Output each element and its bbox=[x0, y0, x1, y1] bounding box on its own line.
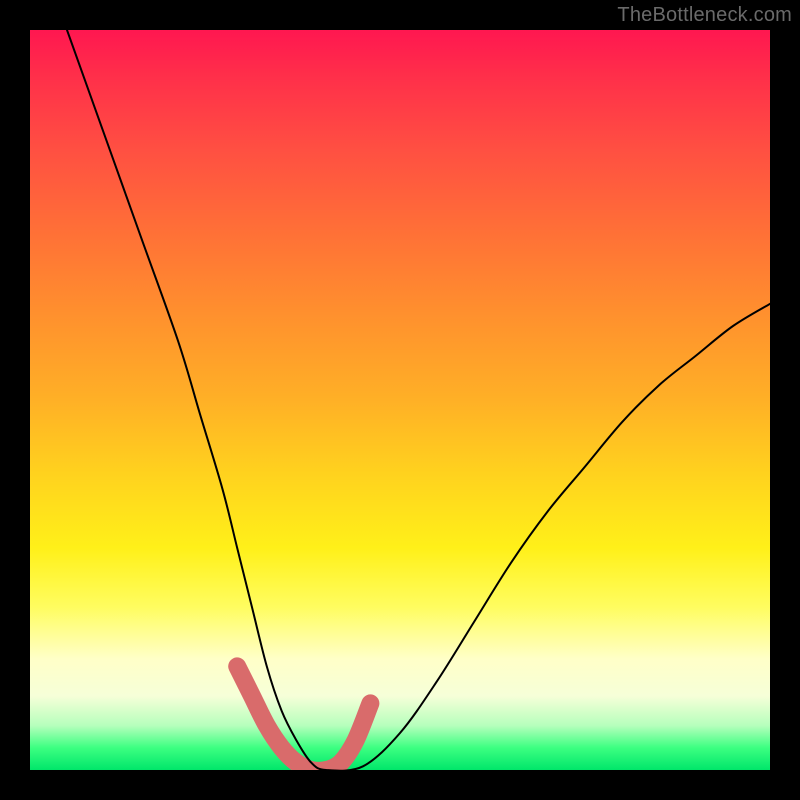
main-curve bbox=[67, 30, 770, 770]
plot-area bbox=[30, 30, 770, 770]
curve-layer bbox=[30, 30, 770, 770]
chart-stage: TheBottleneck.com bbox=[0, 0, 800, 800]
watermark-text: TheBottleneck.com bbox=[617, 4, 792, 27]
